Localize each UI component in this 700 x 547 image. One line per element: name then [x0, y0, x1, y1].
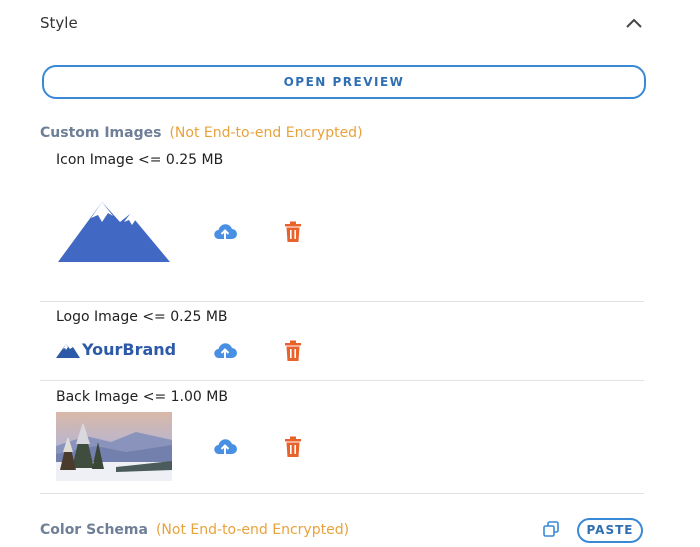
cloud-upload-icon[interactable]: [212, 219, 238, 245]
paste-button[interactable]: PASTE: [577, 518, 643, 543]
divider: [40, 493, 644, 494]
divider: [40, 380, 644, 381]
back-image-label: Back Image <= 1.00 MB: [56, 389, 228, 405]
logo-image-label: Logo Image <= 0.25 MB: [56, 309, 228, 325]
encryption-note: (Not End-to-end Encrypted): [169, 125, 363, 141]
logo-brand-text: YourBrand: [82, 340, 177, 359]
chevron-up-icon[interactable]: [624, 14, 644, 32]
trash-icon[interactable]: [280, 219, 306, 245]
open-preview-button[interactable]: OPEN PREVIEW: [42, 65, 646, 99]
icon-image-preview: [58, 200, 170, 262]
trash-icon[interactable]: [280, 338, 306, 364]
trash-icon[interactable]: [280, 434, 306, 460]
color-schema-title: Color Schema (Not End-to-end Encrypted): [40, 520, 349, 540]
custom-images-title: Custom Images (Not End-to-end Encrypted): [40, 123, 363, 143]
encryption-note: (Not End-to-end Encrypted): [155, 522, 350, 538]
cloud-upload-icon[interactable]: [212, 434, 238, 460]
section-title: Style: [40, 14, 78, 32]
cloud-upload-icon[interactable]: [212, 338, 238, 364]
color-schema-label: Color Schema: [40, 522, 148, 538]
custom-images-label: Custom Images: [40, 125, 162, 141]
style-section-header[interactable]: Style: [40, 12, 644, 34]
divider: [40, 301, 644, 302]
back-image-preview: [56, 412, 172, 481]
copy-icon[interactable]: [542, 520, 560, 538]
icon-image-label: Icon Image <= 0.25 MB: [56, 152, 224, 168]
mountain-logo-icon: [56, 342, 80, 358]
logo-image-preview: YourBrand: [56, 340, 186, 360]
